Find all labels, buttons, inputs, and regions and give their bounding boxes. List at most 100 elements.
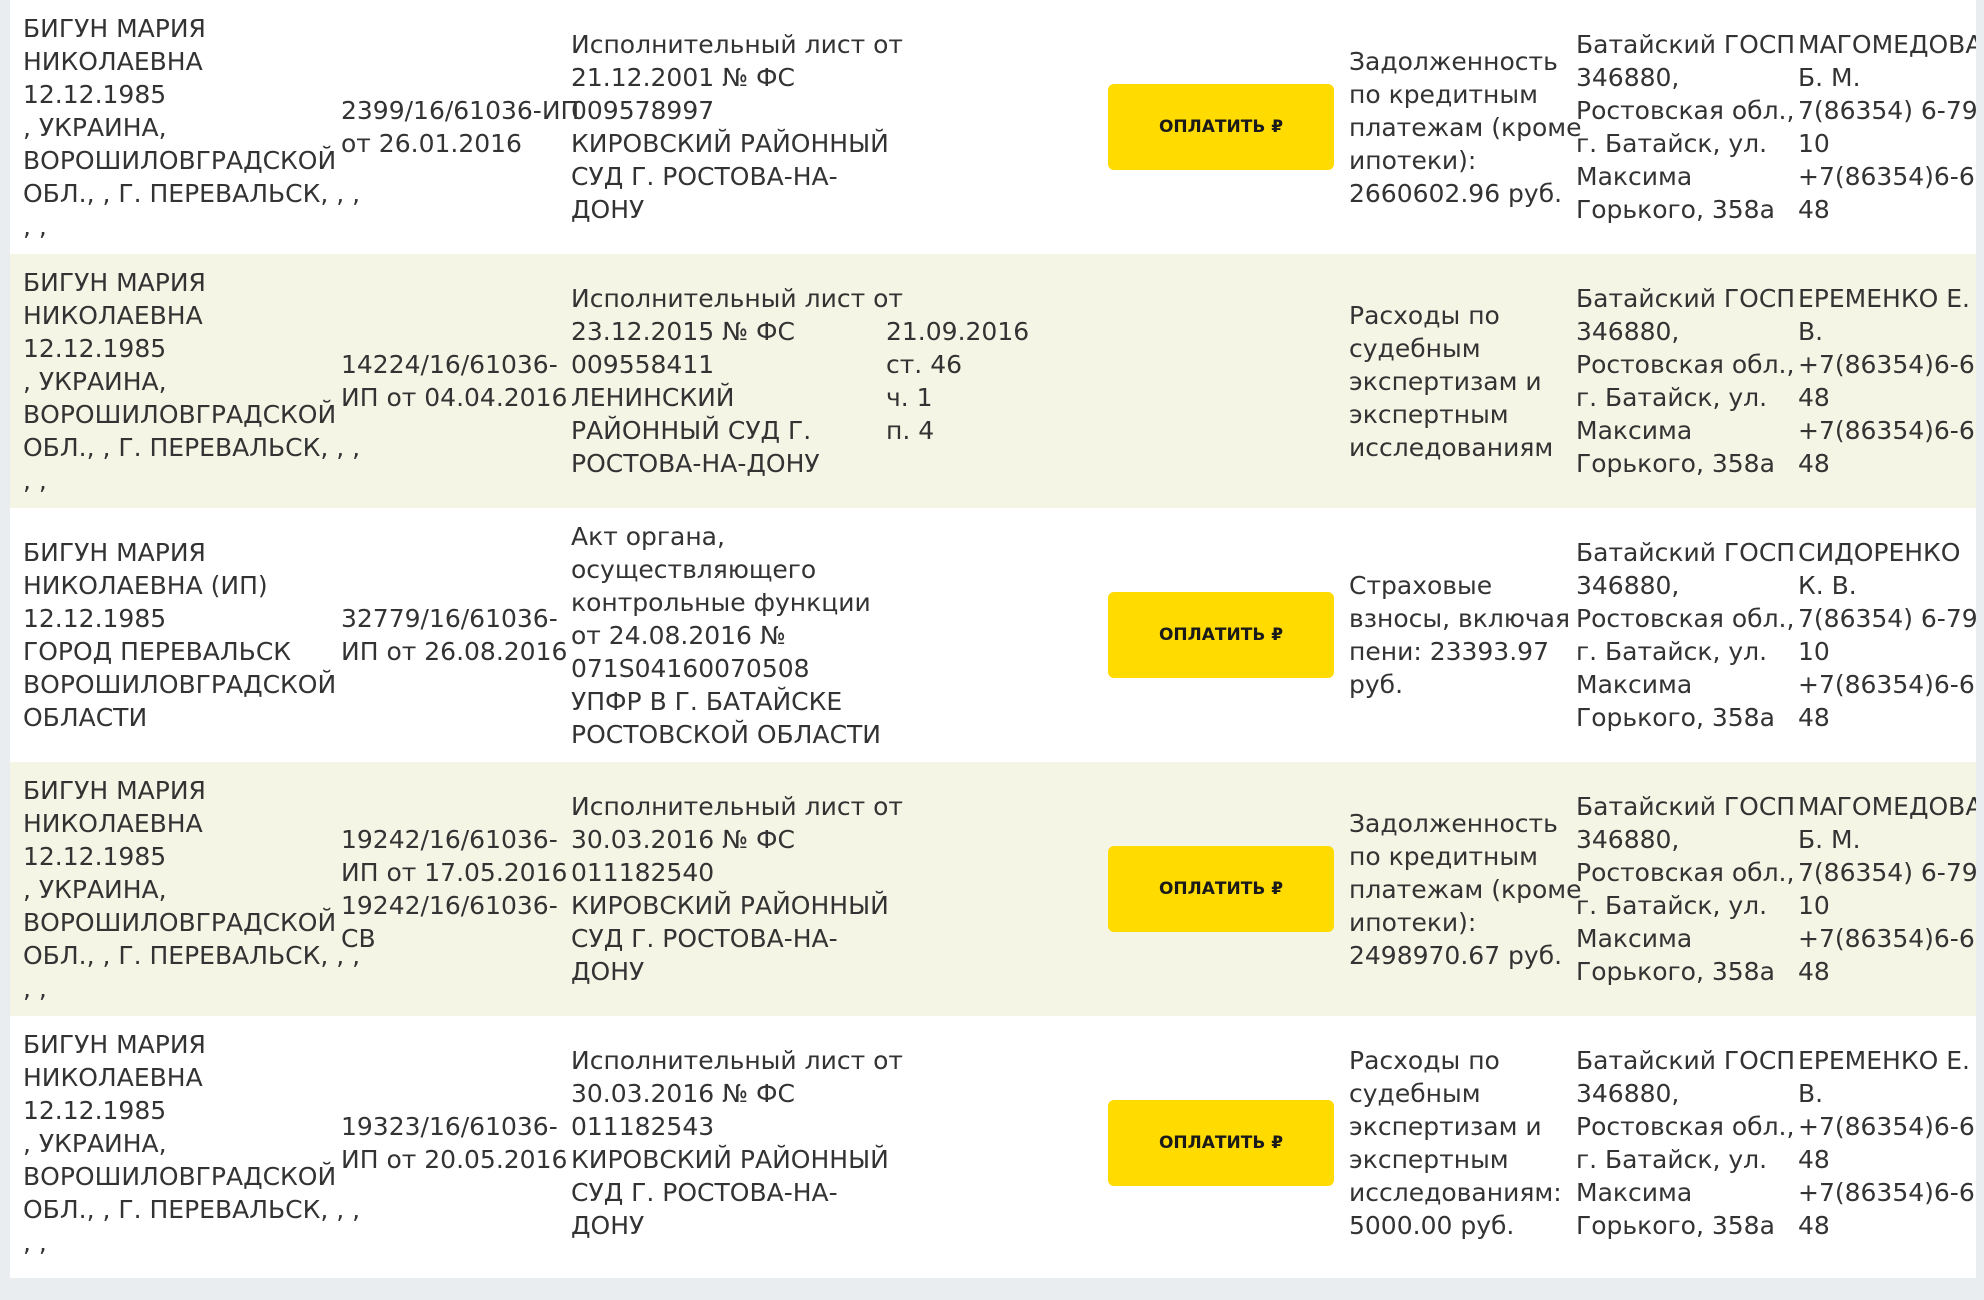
debtor-line: НИКОЛАЕВНА (ИП) (23, 571, 268, 600)
executive-document-cell: Акт органа, осуществляющего контрольные фу… (571, 508, 891, 762)
bailiff-line: В. (1798, 1079, 1824, 1108)
bailiff-cell: СИДОРЕНКО К. В. 7(86354) 6-79- 10 +7(86354)6… (1798, 508, 1976, 762)
department-line: Батайский ГОСП (1576, 1046, 1796, 1075)
execution-subject-line: исследованиям: (1349, 1178, 1562, 1207)
execution-subject-line: платежам (кроме (1349, 874, 1582, 904)
table-row: БИГУН МАРИЯ НИКОЛАЕВНА (ИП) 12.12.1985 ГОРО… (10, 508, 1976, 762)
bailiff-line: 10 (1798, 637, 1830, 666)
bailiff-line: +7(86354)6-61- (1798, 924, 1976, 953)
execution-subject-line: ипотеки): (1349, 907, 1477, 937)
execution-subject-line: экспертным (1349, 399, 1509, 429)
department-line: г. Батайск, ул. (1576, 1145, 1768, 1174)
debtor-line: ВОРОШИЛОВГРАДСКОЙ (23, 399, 337, 429)
debtor-line: НИКОЛАЕВНА (23, 1062, 203, 1092)
execution-subject-line: платежам (кроме (1349, 112, 1582, 142)
bailiff-line: 48 (1798, 449, 1830, 478)
executive-document-line: контрольные функции (571, 587, 871, 617)
pay-button[interactable]: ОПЛАТИТЬ ₽ (1108, 84, 1334, 170)
department-line: Горького, 358а (1576, 957, 1775, 986)
debtor-line: ВОРОШИЛОВГРАДСКОЙ (23, 907, 337, 937)
debtor-line: НИКОЛАЕВНА (23, 46, 203, 76)
proceeding-number-line: ИП от 04.04.2016 (341, 383, 568, 412)
execution-subject-line: экспертизам и (1349, 366, 1542, 396)
executive-document-line: КИРОВСКИЙ РАЙОННЫЙ (571, 891, 889, 920)
pay-cell: ОПЛАТИТЬ ₽ (1108, 0, 1343, 254)
department-line: Максима (1576, 162, 1693, 191)
bailiff-cell: МАГОМЕДОВА Б. М. 7(86354) 6-79- 10 +7(86354)… (1798, 762, 1976, 1016)
executive-document-line: СУД Г. РОСТОВА-НА- (571, 1178, 838, 1207)
debtor-line: , УКРАИНА, (23, 1128, 167, 1158)
department-line: Батайский ГОСП (1576, 792, 1796, 821)
execution-subject-line: Расходы по (1349, 1046, 1500, 1075)
pay-button[interactable]: ОПЛАТИТЬ ₽ (1108, 846, 1334, 932)
proceeding-number-line: 19242/16/61036- (341, 891, 558, 920)
department-line: г. Батайск, ул. (1576, 383, 1768, 412)
department-line: Горького, 358а (1576, 1211, 1775, 1240)
executive-document-cell: Исполнительный лист от 23.12.2015 № ФС 009… (571, 254, 903, 508)
proceeding-number-line: 19323/16/61036- (341, 1112, 558, 1141)
pay-button[interactable]: ОПЛАТИТЬ ₽ (1108, 1100, 1334, 1186)
execution-subject-cell: Задолженность по кредитным платежам (кроме… (1349, 0, 1582, 254)
debtor-line: 12.12.1985 (23, 333, 167, 363)
proceeding-number-line: ИП от 17.05.2016 (341, 858, 568, 887)
proceeding-number-line: 2399/16/61036-ИП (341, 96, 580, 125)
proceeding-number-line: ИП от 20.05.2016 (341, 1145, 568, 1174)
bailiff-line: К. В. (1798, 571, 1857, 600)
debtor-line: , УКРАИНА, (23, 874, 167, 904)
department-line: Максима (1576, 416, 1693, 445)
execution-subject-line: руб. (1349, 670, 1404, 699)
pay-button[interactable]: ОПЛАТИТЬ ₽ (1108, 592, 1334, 678)
execution-subject-line: 5000.00 руб. (1349, 1211, 1515, 1240)
executive-document-line: ДОНУ (571, 1211, 645, 1240)
executive-document-line: РОСТОВА-НА-ДОНУ (571, 449, 820, 478)
execution-subject-line: по кредитным (1349, 79, 1538, 109)
bailiff-line: 7(86354) 6-79- (1798, 96, 1976, 125)
debtor-line: , , (23, 973, 47, 1003)
execution-subject-line: судебным (1349, 1079, 1481, 1108)
execution-subject-cell: Расходы по судебным экспертизам и экспертны… (1349, 254, 1574, 508)
proceeding-number-line: 19242/16/61036- (341, 825, 558, 854)
debtor-line: , , (23, 1227, 47, 1257)
department-line: Максима (1576, 1178, 1693, 1207)
executive-document-line: 21.12.2001 № ФС (571, 63, 796, 92)
executive-document-line: 30.03.2016 № ФС (571, 825, 796, 854)
executive-document-line: КИРОВСКИЙ РАЙОННЫЙ (571, 1145, 889, 1174)
execution-subject-line: ипотеки): (1349, 145, 1477, 175)
bailiff-line: ЕРЕМЕНКО Е. (1798, 1046, 1970, 1075)
debtor-line: НИКОЛАЕВНА (23, 808, 203, 838)
executive-document-line: РАЙОННЫЙ СУД Г. (571, 416, 812, 445)
bailiff-line: Б. М. (1798, 63, 1861, 92)
proceedings-table: БИГУН МАРИЯ НИКОЛАЕВНА 12.12.1985, УКРАИНА… (10, 0, 1976, 1278)
execution-subject-line: 2498970.67 руб. (1349, 940, 1563, 970)
proceeding-number-line: СВ (341, 924, 376, 953)
execution-subject-line: Страховые (1349, 571, 1493, 600)
executive-document-cell: Исполнительный лист от 30.03.2016 № ФС 011… (571, 1016, 903, 1270)
bailiff-line: +7(86354)6-61- (1798, 1112, 1976, 1141)
department-cell: Батайский ГОСП 346880, Ростовская обл., г. … (1576, 508, 1801, 762)
proceeding-number-cell: 2399/16/61036-ИП от 26.01.2016 (341, 0, 580, 254)
bailiff-line: Б. М. (1798, 825, 1861, 854)
bailiff-line: 48 (1798, 957, 1830, 986)
proceeding-number-line: от 26.01.2016 (341, 129, 522, 158)
executive-document-line: РОСТОВСКОЙ ОБЛАСТИ (571, 719, 881, 749)
proceeding-number-cell: 14224/16/61036- ИП от 04.04.2016 (341, 254, 576, 508)
department-line: Ростовская обл., (1576, 604, 1795, 633)
bailiff-line: 7(86354) 6-79- (1798, 604, 1976, 633)
execution-subject-cell: Задолженность по кредитным платежам (кроме… (1349, 762, 1582, 1016)
execution-subject-line: взносы, включая (1349, 604, 1571, 633)
bailiff-line: 48 (1798, 1145, 1830, 1174)
proceeding-number-cell: 19323/16/61036- ИП от 20.05.2016 (341, 1016, 576, 1270)
debtor-line: , УКРАИНА, (23, 366, 167, 396)
debtor-line: ВОРОШИЛОВГРАДСКОЙ (23, 670, 337, 699)
department-line: Горького, 358а (1576, 703, 1775, 732)
bailiff-line: 7(86354) 6-79- (1798, 858, 1976, 887)
executive-document-line: ДОНУ (571, 195, 645, 224)
bailiff-line: 48 (1798, 1211, 1830, 1240)
execution-subject-line: Задолженность (1349, 808, 1558, 838)
proceeding-number-line: 14224/16/61036- (341, 350, 558, 379)
department-line: 346880, (1576, 571, 1680, 600)
bailiff-line: МАГОМЕДОВА (1798, 30, 1976, 59)
execution-subject-line: судебным (1349, 333, 1481, 363)
executive-document-line: УПФР В Г. БАТАЙСКЕ (571, 686, 843, 716)
execution-subject-line: по кредитным (1349, 841, 1538, 871)
